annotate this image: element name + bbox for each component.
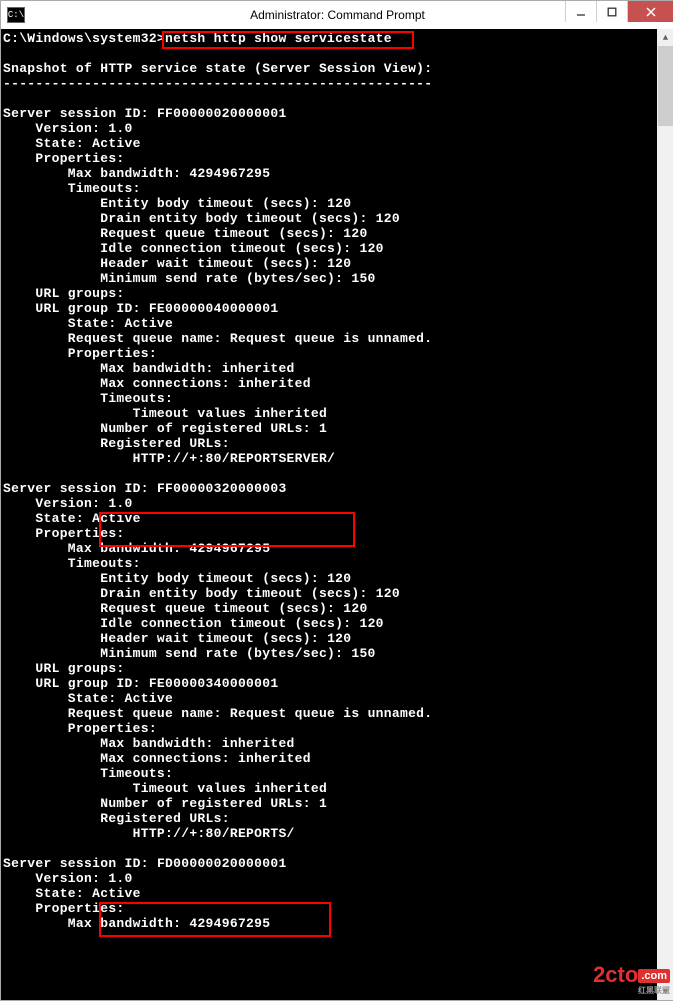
scroll-down-button[interactable]: ▼	[657, 983, 673, 1000]
command-prompt-window: C:\ Administrator: Command Prompt C:\Win…	[0, 0, 673, 1001]
terminal-output[interactable]: C:\Windows\system32>netsh http show serv…	[1, 29, 657, 1000]
vertical-scrollbar[interactable]: ▲ ▼	[657, 29, 673, 1000]
scrollbar-track[interactable]	[657, 46, 673, 983]
minimize-button[interactable]	[565, 1, 596, 22]
scrollbar-thumb[interactable]	[658, 46, 673, 126]
cmd-icon: C:\	[7, 7, 25, 23]
title-bar: C:\ Administrator: Command Prompt	[1, 1, 673, 30]
close-button[interactable]	[627, 1, 673, 22]
scroll-up-button[interactable]: ▲	[657, 29, 673, 46]
maximize-button[interactable]	[596, 1, 627, 22]
window-controls	[565, 1, 673, 22]
